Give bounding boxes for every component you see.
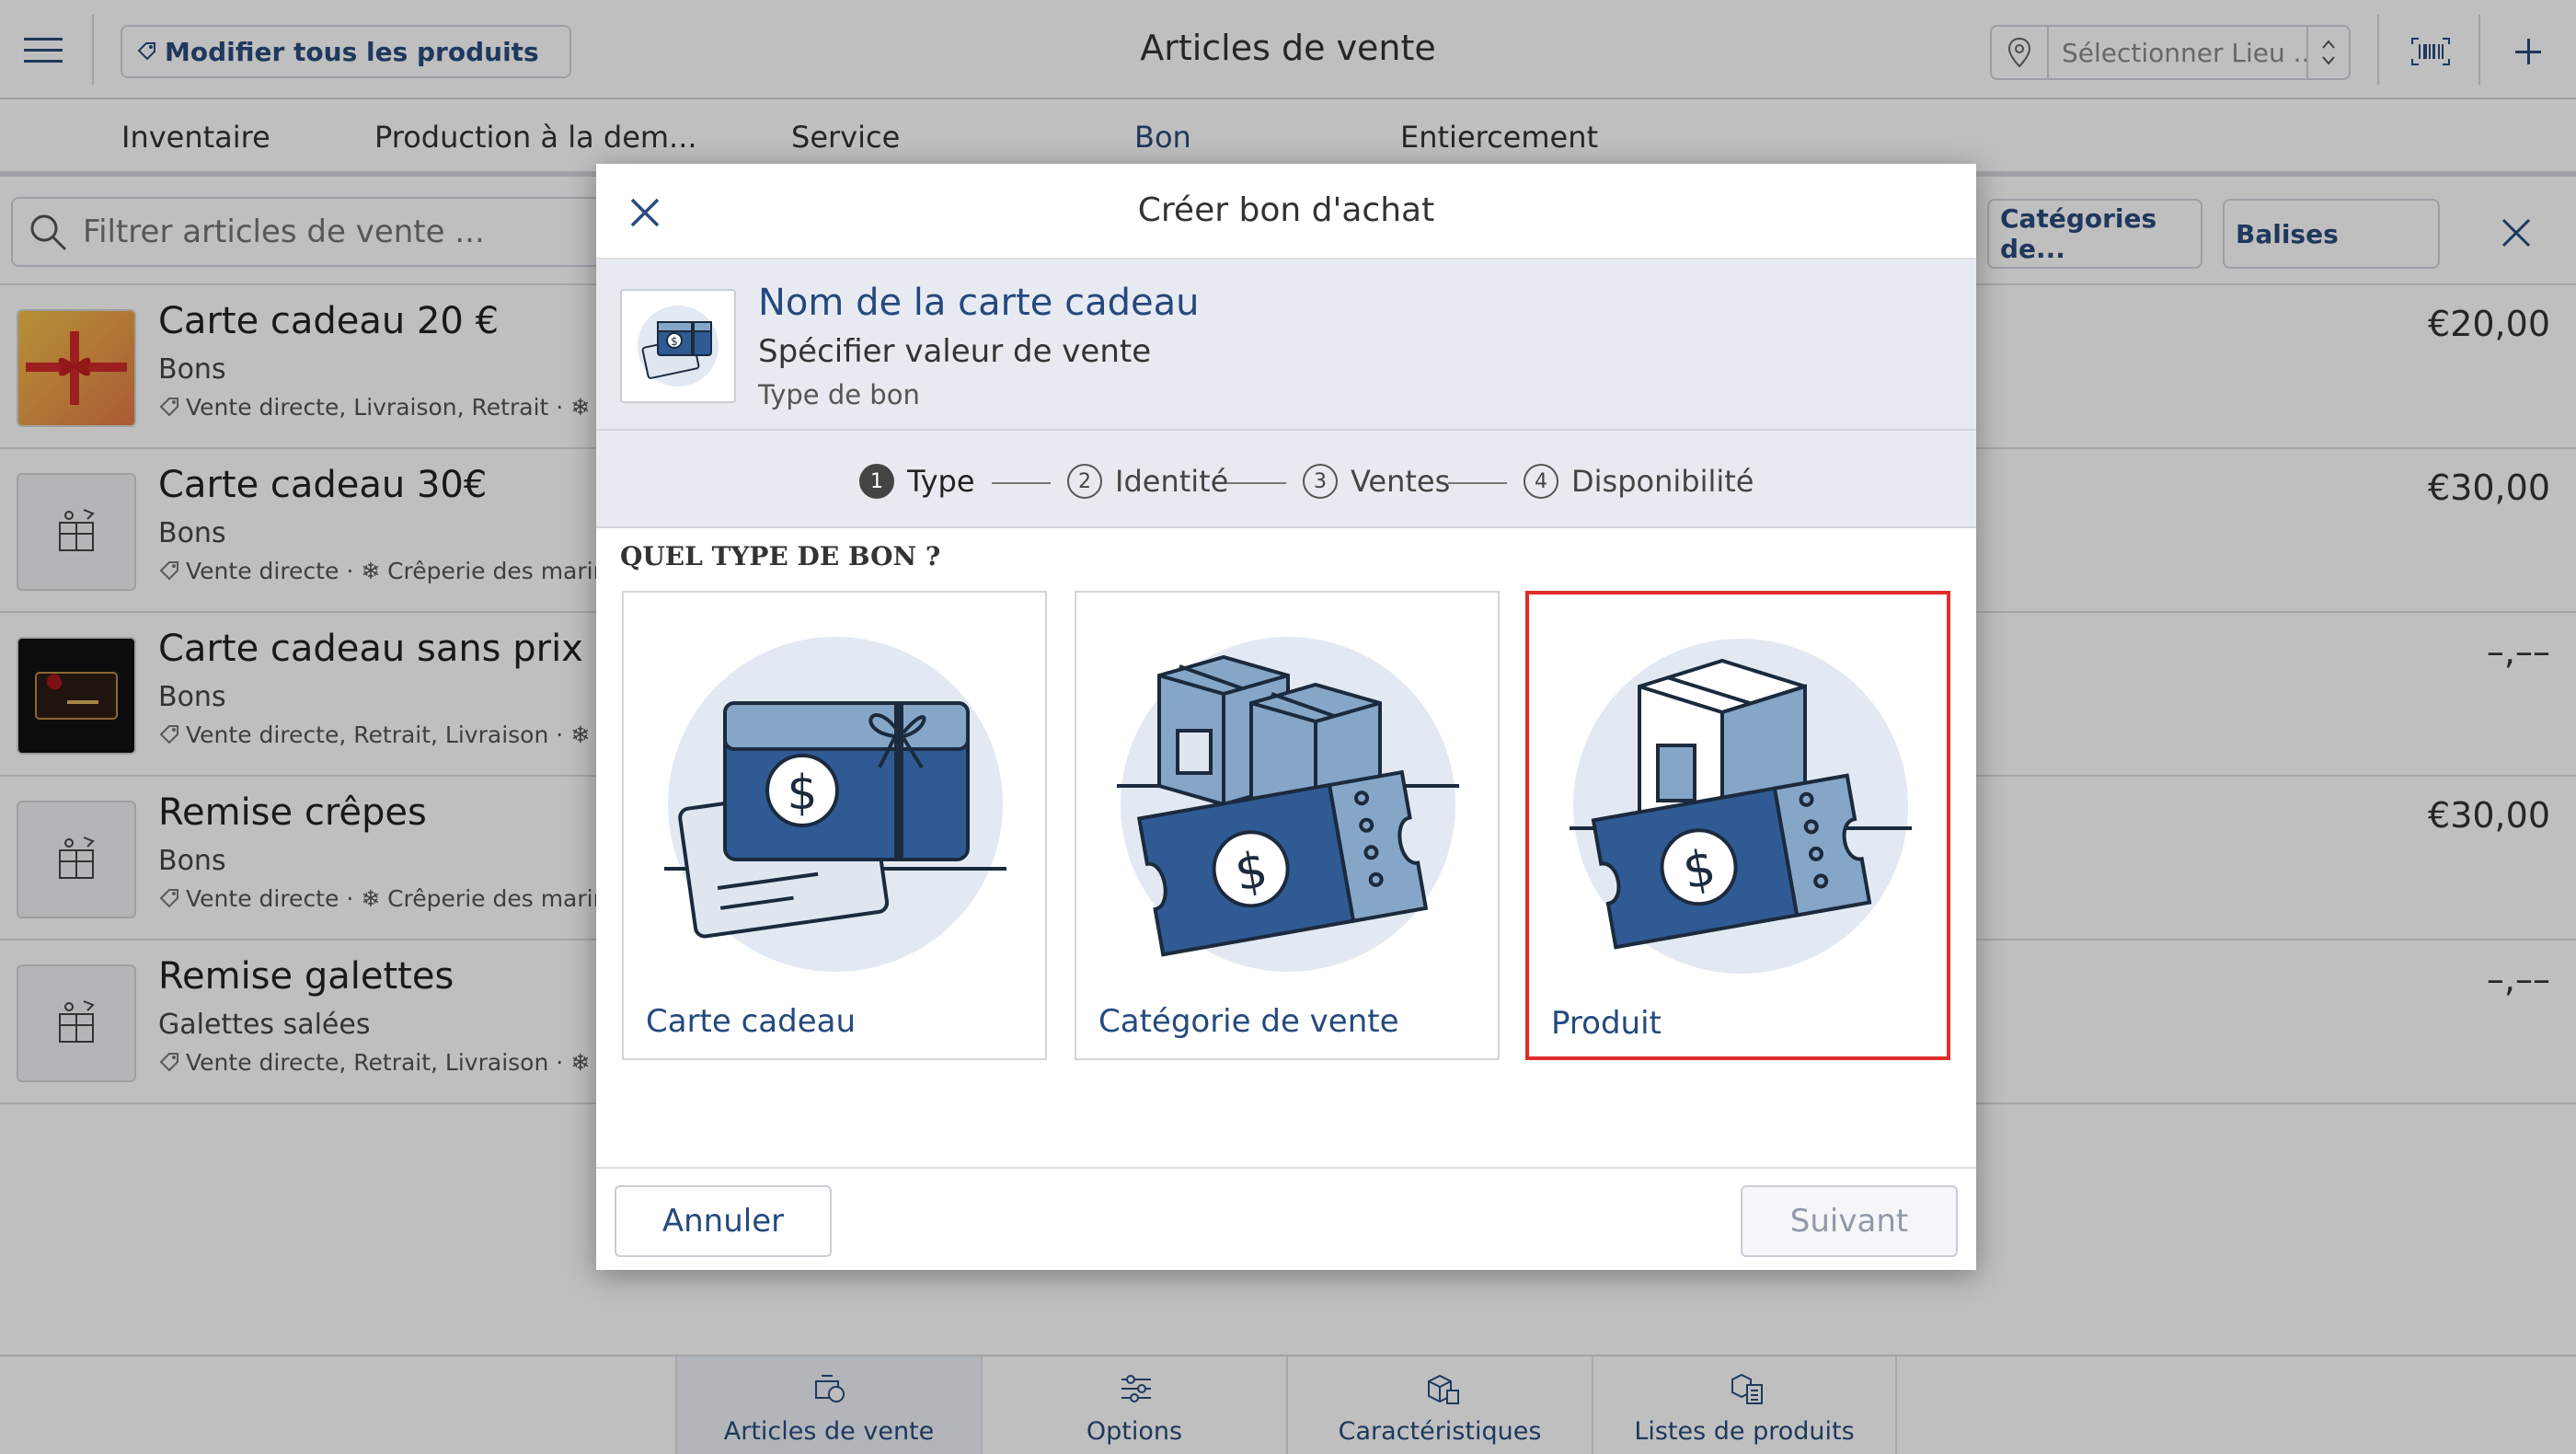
option-product[interactable]: $ Produit bbox=[1525, 591, 1950, 1060]
step-connector bbox=[992, 482, 1051, 484]
option-label: Carte cadeau bbox=[646, 1003, 857, 1040]
step-number: 1 bbox=[859, 464, 894, 499]
step-identite: 2 Identité bbox=[1067, 464, 1228, 499]
step-ventes: 3 Ventes bbox=[1303, 464, 1450, 499]
dialog-title: Créer bon d'achat bbox=[1137, 191, 1435, 229]
option-sales-category[interactable]: $ Catégorie de vente bbox=[1075, 591, 1500, 1060]
option-label: Produit bbox=[1551, 1005, 1662, 1042]
cancel-button[interactable]: Annuler bbox=[615, 1185, 832, 1257]
gift-card-value: Spécifier valeur de vente bbox=[758, 333, 1152, 370]
next-button[interactable]: Suivant bbox=[1741, 1185, 1958, 1257]
step-label: Identité bbox=[1115, 464, 1229, 499]
voucher-summary: $ Nom de la carte cadeau Spécifier valeu… bbox=[596, 260, 1976, 431]
svg-text:$: $ bbox=[671, 335, 678, 348]
step-label: Ventes bbox=[1351, 464, 1451, 499]
gift-card-illustration-icon: $ bbox=[664, 637, 1006, 972]
gift-card-name: Nom de la carte cadeau bbox=[758, 282, 1200, 324]
step-number: 4 bbox=[1524, 464, 1558, 499]
step-number: 3 bbox=[1303, 464, 1338, 499]
product-illustration-icon: $ bbox=[1570, 639, 1912, 974]
step-label: Disponibilité bbox=[1571, 464, 1754, 499]
step-type: 1 Type bbox=[859, 464, 975, 499]
step-connector bbox=[1227, 482, 1286, 484]
dialog-header: Créer bon d'achat bbox=[596, 164, 1976, 260]
step-connector bbox=[1448, 482, 1507, 484]
option-label: Catégorie de vente bbox=[1098, 1003, 1399, 1040]
step-label: Type bbox=[907, 464, 975, 499]
wizard-stepper: 1 Type 2 Identité 3 Ventes 4 Disponibili… bbox=[596, 431, 1976, 528]
step-number: 2 bbox=[1067, 464, 1102, 499]
option-gift-card[interactable]: $ Carte cadeau bbox=[622, 591, 1047, 1060]
voucher-type-question: QUEL TYPE DE BON ? bbox=[620, 541, 941, 571]
gift-card-icon: $ bbox=[620, 289, 736, 403]
svg-text:$: $ bbox=[787, 766, 817, 821]
create-voucher-dialog: Créer bon d'achat $ Nom de la carte cade… bbox=[596, 164, 1976, 1270]
gift-card-type: Type de bon bbox=[758, 379, 920, 410]
step-disponibilite: 4 Disponibilité bbox=[1524, 464, 1754, 499]
dialog-footer: Annuler Suivant bbox=[596, 1167, 1976, 1270]
sales-category-illustration-icon: $ bbox=[1117, 637, 1459, 972]
